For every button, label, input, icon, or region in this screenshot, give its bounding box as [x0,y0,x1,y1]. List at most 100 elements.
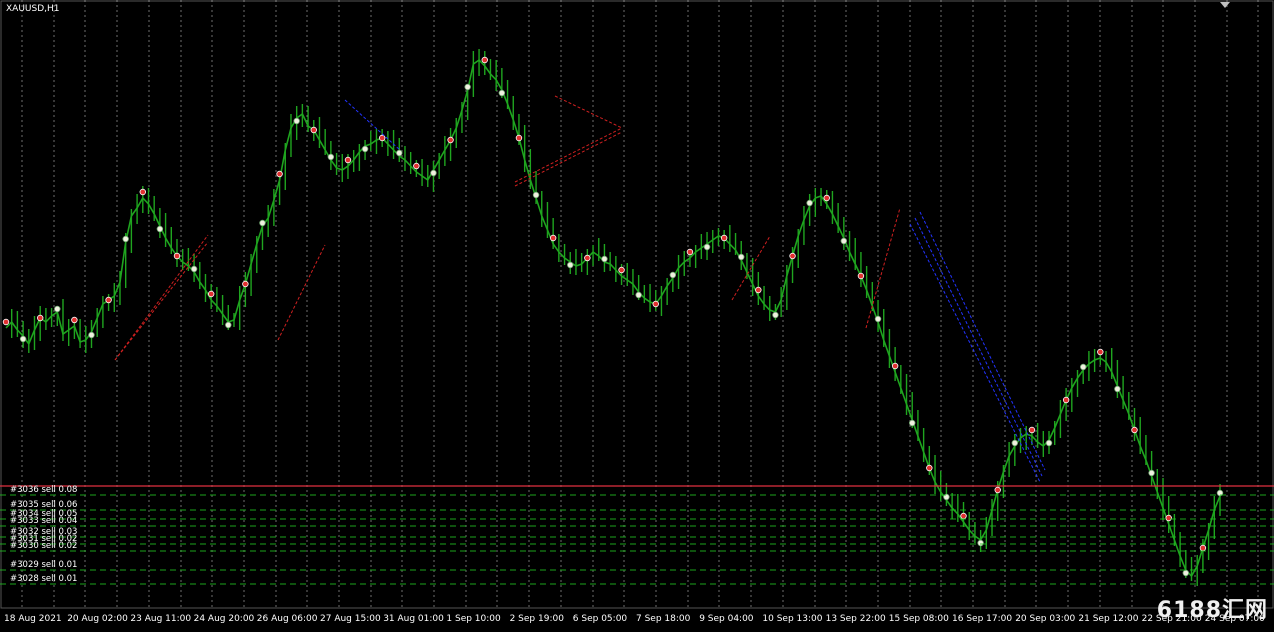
sell-marker [310,126,317,134]
sell-marker [378,134,386,142]
buy-marker [361,145,369,153]
sell-marker [891,362,899,370]
x-tick-label: 7 Sep 18:00 [636,614,691,624]
sell-marker [276,170,283,178]
buy-marker [19,335,27,343]
buy-marker [396,149,403,157]
buy-marker [977,539,984,547]
sell-marker [344,156,352,164]
sell-marker [652,300,659,308]
sell-marker [1199,544,1207,552]
buy-marker [772,311,779,319]
order-label: #3036 sell 0.08 [10,485,77,495]
buy-marker [567,261,574,269]
buy-marker [327,153,335,161]
trend-line [909,223,1041,483]
sell-marker [1028,426,1036,434]
order-label: #3029 sell 0.01 [10,560,77,570]
plot-border [0,0,1274,609]
buy-marker [1011,439,1019,447]
price-line [5,58,1221,578]
sell-marker [960,512,967,520]
buy-marker [909,419,916,427]
sell-marker [1062,396,1070,404]
buy-marker [635,291,642,299]
buy-marker [806,199,813,207]
x-tick-label: 2 Sep 19:00 [510,614,565,624]
buy-marker [430,169,437,177]
sell-marker [686,248,694,256]
sell-marker [71,316,78,324]
buy-marker [293,117,300,125]
order-label: #3030 sell 0.02 [10,541,77,551]
sell-marker [720,234,728,242]
x-tick-label: 6 Sep 05:00 [573,614,628,624]
chart-canvas[interactable]: 18 Aug 2021 20 Aug 02:00 23 Aug 11:00 24 Au… [0,0,1274,628]
x-tick-label: 21 Sep 12:00 [1078,614,1138,624]
sell-marker [139,188,146,196]
buy-marker [874,315,882,323]
buy-marker [190,265,198,273]
trend-line [865,207,901,329]
buy-marker [532,191,540,199]
sell-marker [994,486,1001,494]
sell-marker [447,136,454,144]
trend-line [114,234,209,361]
sell-marker [549,234,557,242]
buy-marker [88,331,95,339]
trend-line [114,241,209,361]
sell-marker [1131,426,1138,434]
buy-marker [122,235,129,243]
sell-marker [1097,348,1104,356]
buy-marker [669,271,677,279]
buy-marker [225,321,232,329]
sell-marker [2,318,10,326]
buy-marker [1148,469,1155,477]
symbol-label: XAUUSD,H1 [6,4,60,14]
buy-marker [1182,569,1190,577]
buy-marker [703,243,711,251]
sell-marker [105,296,112,304]
sell-marker [1165,514,1172,522]
price-chart[interactable]: 18 Aug 2021 20 Aug 02:00 23 Aug 11:00 24 Au… [0,0,1274,628]
buy-marker [259,219,266,227]
x-tick-label: 27 Aug 15:00 [320,614,381,624]
sell-marker [926,464,933,472]
sell-marker [242,280,249,288]
x-tick-label: 16 Sep 17:00 [952,614,1012,624]
trend-line [914,217,1043,477]
order-label: #3028 sell 0.01 [10,574,77,584]
buy-marker [840,237,848,245]
trend-line [277,244,326,341]
buy-marker [54,305,61,313]
sell-marker [584,254,591,262]
sell-marker [207,290,215,298]
buy-marker [1045,439,1053,447]
x-tick-label: 26 Aug 06:00 [257,614,318,624]
x-tick-label: 1 Sep 10:00 [446,614,501,624]
x-tick-label: 18 Aug 2021 [4,614,62,624]
buy-marker [1114,385,1121,393]
x-tick-label: 9 Sep 04:00 [699,614,754,624]
x-tick-label: 31 Aug 01:00 [383,614,444,624]
x-tick-label: 13 Sep 22:00 [826,614,886,624]
trend-line [554,95,623,129]
order-label: #3033 sell 0.04 [10,516,77,526]
buy-marker [156,225,164,233]
buy-marker [464,83,471,91]
buy-marker [738,253,745,261]
sell-marker [515,134,523,142]
watermark: 6188汇网 [1156,598,1268,623]
sell-marker [618,266,625,274]
buy-marker [1080,363,1087,371]
buy-marker [498,89,506,97]
x-tick-label: 24 Aug 20:00 [194,614,255,624]
x-tick-label: 20 Sep 03:00 [1015,614,1075,624]
chart-menu-icon[interactable] [1220,2,1230,8]
buy-marker [601,255,608,263]
sell-marker [481,56,488,64]
x-tick-label: 23 Aug 11:00 [130,614,191,624]
sell-marker [823,194,830,202]
sell-marker [755,286,762,294]
x-tick-label: 10 Sep 13:00 [762,614,822,624]
